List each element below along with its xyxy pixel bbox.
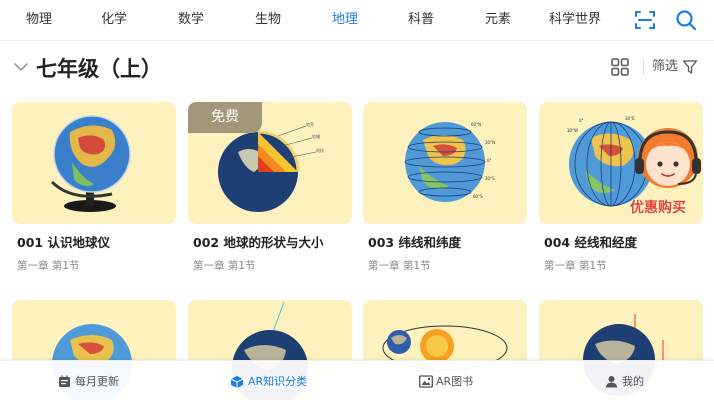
tab-science-world[interactable]: 科学世界 bbox=[545, 0, 605, 40]
nav-ar-books[interactable]: AR图书 bbox=[419, 361, 479, 403]
svg-text:地核: 地核 bbox=[316, 147, 324, 153]
desk-globe-image bbox=[50, 115, 131, 212]
tab-physics[interactable]: 物理 bbox=[20, 0, 58, 40]
user-icon bbox=[605, 376, 618, 388]
divider bbox=[643, 59, 644, 75]
course-card-002[interactable]: 免费 地壳地幔地核 002 地球的形状与大小 第一章 第1节 bbox=[188, 102, 352, 277]
chevron-down-icon[interactable] bbox=[13, 60, 29, 74]
svg-text:30°N: 30°N bbox=[485, 140, 495, 145]
svg-text:0°: 0° bbox=[579, 118, 584, 123]
svg-text:地幔: 地幔 bbox=[312, 133, 320, 139]
card-title: 001 认识地球仪 bbox=[17, 235, 110, 250]
promo-label: 优惠购买 bbox=[630, 200, 686, 216]
card-subtitle: 第一章 第1节 bbox=[193, 260, 256, 272]
grade-title[interactable]: 七年级（上） bbox=[36, 53, 162, 85]
latitude-globe-image: 60°N 30°N 0° 30°S 60°S bbox=[404, 122, 495, 202]
card-title: 003 纬线和纬度 bbox=[368, 235, 461, 250]
scan-icon[interactable] bbox=[634, 9, 656, 31]
nav-profile[interactable]: 我的 bbox=[605, 361, 655, 403]
svg-text:60°S: 60°S bbox=[473, 194, 483, 199]
filter-label: 筛选 bbox=[652, 59, 679, 74]
filter-icon bbox=[682, 60, 698, 74]
tab-chemistry[interactable]: 化学 bbox=[95, 0, 133, 40]
free-badge: 免费 bbox=[188, 102, 262, 133]
card-title: 002 地球的形状与大小 bbox=[193, 235, 324, 250]
cube-icon bbox=[230, 376, 244, 388]
nav-monthly-update[interactable]: 每月更新 bbox=[58, 361, 128, 403]
subject-tab-bar: 物理 化学 数学 生物 地理 科普 元素 科学世界 bbox=[0, 0, 714, 41]
tab-elements[interactable]: 元素 bbox=[479, 0, 517, 40]
svg-text:30°S: 30°S bbox=[485, 176, 495, 181]
nav-label: 我的 bbox=[622, 375, 644, 388]
customer-service-avatar-icon bbox=[635, 128, 701, 188]
tab-biology[interactable]: 生物 bbox=[249, 0, 287, 40]
card-subtitle: 第一章 第1节 bbox=[17, 260, 80, 272]
svg-text:地壳: 地壳 bbox=[306, 121, 314, 127]
nav-ar-knowledge-category[interactable]: AR知识分类 bbox=[230, 361, 310, 403]
svg-text:60°N: 60°N bbox=[471, 122, 481, 127]
card-subtitle: 第一章 第1节 bbox=[368, 260, 431, 272]
search-icon[interactable] bbox=[675, 9, 697, 31]
card-title: 004 经线和经度 bbox=[544, 235, 637, 250]
svg-text:30°W: 30°W bbox=[567, 128, 578, 133]
course-card-003[interactable]: 60°N 30°N 0° 30°S 60°S 003 纬线和纬度 第一章 第1节 bbox=[363, 102, 527, 277]
grid-view-icon[interactable] bbox=[611, 58, 629, 76]
nav-label: AR图书 bbox=[436, 375, 474, 388]
tab-math[interactable]: 数学 bbox=[172, 0, 210, 40]
card-thumbnail bbox=[12, 102, 176, 224]
card-subtitle: 第一章 第1节 bbox=[544, 260, 607, 272]
bottom-navigation: 每月更新 AR知识分类 AR图书 我的 bbox=[0, 360, 714, 403]
card-thumbnail: 60°N 30°N 0° 30°S 60°S bbox=[363, 102, 527, 224]
tab-popular-science[interactable]: 科普 bbox=[402, 0, 440, 40]
card-thumbnail: 免费 地壳地幔地核 bbox=[188, 102, 352, 224]
picture-book-icon bbox=[419, 375, 433, 388]
promo-purchase-button[interactable]: 优惠购买 bbox=[628, 120, 712, 224]
calendar-icon bbox=[59, 375, 70, 387]
nav-label: 每月更新 bbox=[75, 375, 119, 388]
course-card-001[interactable]: 001 认识地球仪 第一章 第1节 bbox=[12, 102, 176, 277]
tab-geography[interactable]: 地理 bbox=[326, 0, 364, 40]
svg-text:0°: 0° bbox=[487, 158, 492, 163]
nav-label: AR知识分类 bbox=[248, 375, 308, 388]
